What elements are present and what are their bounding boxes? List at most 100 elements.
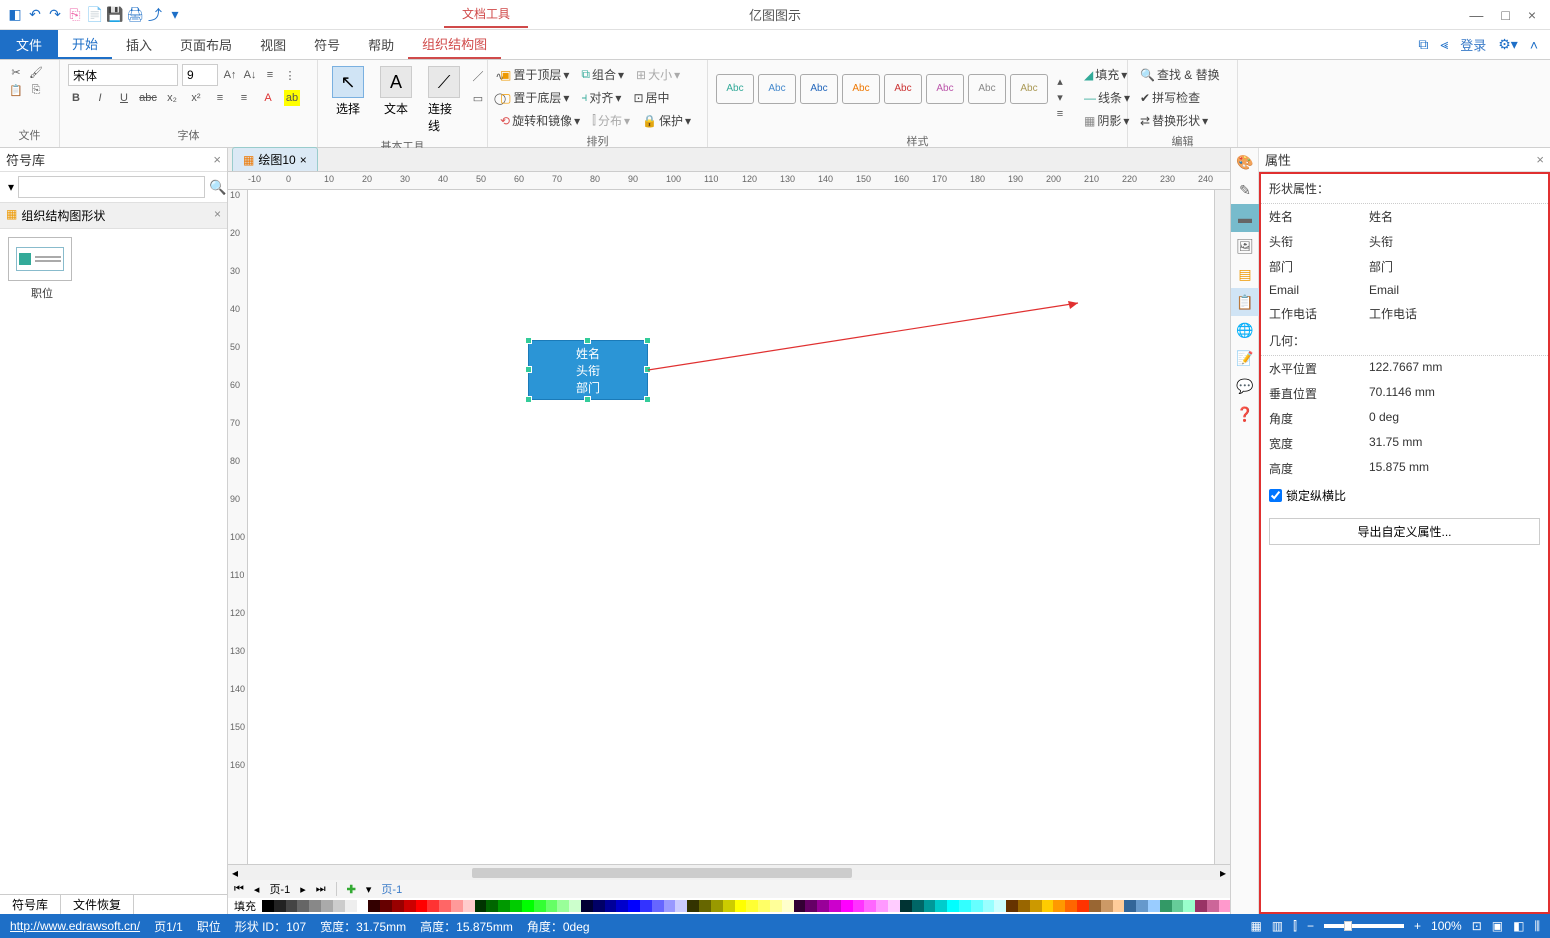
page-label[interactable]: 页-1 <box>269 881 290 897</box>
zoom-in-icon[interactable]: + <box>1414 919 1421 933</box>
style-preset-4[interactable]: Abc <box>842 74 880 104</box>
protect-button[interactable]: 🔒保护▾ <box>638 110 695 131</box>
select-tool[interactable]: ↖选择 <box>326 64 370 119</box>
file-tab[interactable]: 文件 <box>0 30 58 59</box>
prop-tab-comment-icon[interactable]: 💬 <box>1231 372 1259 400</box>
tab-symbol-lib[interactable]: 符号库 <box>0 894 61 915</box>
scrollbar-vertical[interactable] <box>1214 190 1230 864</box>
bring-front-button[interactable]: ▣置于顶层▾ <box>496 64 573 85</box>
export-props-button[interactable]: 导出自定义属性... <box>1269 518 1540 545</box>
page-link[interactable]: 页-1 <box>381 881 402 897</box>
page-nav-first-icon[interactable]: ⏮ <box>234 883 244 896</box>
undo-icon[interactable]: ↶ <box>26 6 44 24</box>
resize-handle[interactable] <box>644 396 651 403</box>
resize-handle[interactable] <box>525 337 532 344</box>
underline-button[interactable]: U <box>116 90 132 106</box>
zoom-percent[interactable]: 100% <box>1431 919 1462 933</box>
view-mode-1-icon[interactable]: ▦ <box>1250 919 1261 933</box>
shrink-font-icon[interactable]: A↓ <box>242 67 258 83</box>
doc-tab-active[interactable]: ▦ 绘图10 × <box>232 147 318 171</box>
prop-tab-fill-icon[interactable]: 🎨 <box>1231 148 1259 176</box>
open-icon[interactable]: 📄 <box>86 6 104 24</box>
library-section-header[interactable]: ▦组织结构图形状 × <box>0 203 227 229</box>
shape-item-position[interactable]: 职位 <box>8 237 76 301</box>
fit-icon-4[interactable]: ⫼ <box>1534 919 1540 934</box>
close-button[interactable]: × <box>1528 7 1536 23</box>
subscript-icon[interactable]: x₂ <box>164 90 180 106</box>
section-close-icon[interactable]: × <box>214 207 221 224</box>
style-more-icon[interactable]: ≡ <box>1052 106 1068 122</box>
connector-tool[interactable]: ⟋连接线 <box>422 64 466 136</box>
style-preset-6[interactable]: Abc <box>926 74 964 104</box>
scroll-thumb[interactable] <box>472 868 852 878</box>
line-icon[interactable]: ／ <box>470 68 486 84</box>
prop-row-height[interactable]: 高度15.875 mm <box>1261 456 1548 481</box>
prop-tab-layer-icon[interactable]: ▤ <box>1231 260 1259 288</box>
prop-panel-close-icon[interactable]: × <box>1536 152 1544 167</box>
color-strip[interactable] <box>262 900 1230 912</box>
tab-file-recovery[interactable]: 文件恢复 <box>61 894 134 915</box>
panel-close-icon[interactable]: × <box>213 152 221 167</box>
page-nav-last-icon[interactable]: ⏭ <box>316 883 326 896</box>
view-mode-2-icon[interactable]: ▥ <box>1272 919 1283 933</box>
grow-font-icon[interactable]: A↑ <box>222 67 238 83</box>
scrollbar-horizontal[interactable]: ◂ ▸ <box>228 864 1230 880</box>
status-url[interactable]: http://www.edrawsoft.cn/ <box>10 919 140 933</box>
save-icon[interactable]: 💾 <box>106 6 124 24</box>
tab-org-chart[interactable]: 组织结构图 <box>408 30 501 59</box>
canvas[interactable]: 姓名 头衔 部门 <box>248 190 1214 864</box>
find-replace-button[interactable]: 🔍查找 & 替换 <box>1136 64 1224 85</box>
prop-row-vpos[interactable]: 垂直位置70.1146 mm <box>1261 381 1548 406</box>
page-nav-prev-icon[interactable]: ◂ <box>254 883 260 896</box>
prop-tab-help-icon[interactable]: ❓ <box>1231 400 1259 428</box>
tab-page-layout[interactable]: 页面布局 <box>166 30 246 59</box>
search-icon[interactable]: 🔍 <box>209 179 226 196</box>
add-page-icon[interactable]: ✚ <box>347 883 356 896</box>
prop-row-phone[interactable]: 工作电话工作电话 <box>1261 301 1548 326</box>
font-size-select[interactable] <box>182 64 218 86</box>
qat-dropdown-icon[interactable]: ▾ <box>166 6 184 24</box>
zoom-out-icon[interactable]: − <box>1307 919 1314 933</box>
doc-tab-close-icon[interactable]: × <box>300 153 307 167</box>
view-mode-3-icon[interactable]: ⫿ <box>1293 919 1297 934</box>
distribute-button[interactable]: ⫿分布▾ <box>588 110 634 131</box>
prop-row-title[interactable]: 头衔头衔 <box>1261 229 1548 254</box>
scroll-right-icon[interactable]: ▸ <box>1216 866 1230 880</box>
page-nav-next-icon[interactable]: ▸ <box>300 883 306 896</box>
group-button[interactable]: ⧉组合▾ <box>577 64 628 85</box>
resize-handle[interactable] <box>644 366 651 373</box>
scroll-left-icon[interactable]: ◂ <box>228 866 242 880</box>
new-icon[interactable]: ⎘ <box>66 6 84 24</box>
login-button[interactable]: 登录 <box>1460 35 1486 54</box>
share2-icon[interactable]: ⪡ <box>1440 36 1448 53</box>
tab-view[interactable]: 视图 <box>246 30 300 59</box>
style-preset-7[interactable]: Abc <box>968 74 1006 104</box>
doc-tools-tab[interactable]: 文档工具 <box>444 1 528 28</box>
style-preset-5[interactable]: Abc <box>884 74 922 104</box>
lock-ratio-checkbox[interactable]: 锁定纵横比 <box>1261 481 1548 510</box>
export-icon[interactable]: ⤴ <box>146 6 164 24</box>
tab-help[interactable]: 帮助 <box>354 30 408 59</box>
minimize-button[interactable]: — <box>1469 7 1483 23</box>
style-prev-icon[interactable]: ▴ <box>1052 74 1068 90</box>
fit-icon-3[interactable]: ◧ <box>1513 919 1524 933</box>
prop-row-hpos[interactable]: 水平位置122.7667 mm <box>1261 356 1548 381</box>
prop-row-angle[interactable]: 角度0 deg <box>1261 406 1548 431</box>
prop-row-name[interactable]: 姓名姓名 <box>1261 204 1548 229</box>
style-preset-1[interactable]: Abc <box>716 74 754 104</box>
prop-tab-note-icon[interactable]: 📝 <box>1231 344 1259 372</box>
copy-icon[interactable]: ⎘ <box>28 82 44 98</box>
cut-icon[interactable]: ✂ <box>8 64 24 80</box>
zoom-slider[interactable] <box>1324 924 1404 928</box>
resize-handle[interactable] <box>525 366 532 373</box>
resize-handle[interactable] <box>584 337 591 344</box>
resize-handle[interactable] <box>584 396 591 403</box>
tab-insert[interactable]: 插入 <box>112 30 166 59</box>
prop-tab-props-icon[interactable]: 📋 <box>1231 288 1259 316</box>
fit-icon-2[interactable]: ▣ <box>1492 919 1503 933</box>
prop-row-email[interactable]: EmailEmail <box>1261 279 1548 301</box>
resize-handle[interactable] <box>644 337 651 344</box>
bold-button[interactable]: B <box>68 90 84 106</box>
superscript-icon[interactable]: x² <box>188 90 204 106</box>
lib-dropdown-icon[interactable]: ▾ <box>8 180 14 194</box>
